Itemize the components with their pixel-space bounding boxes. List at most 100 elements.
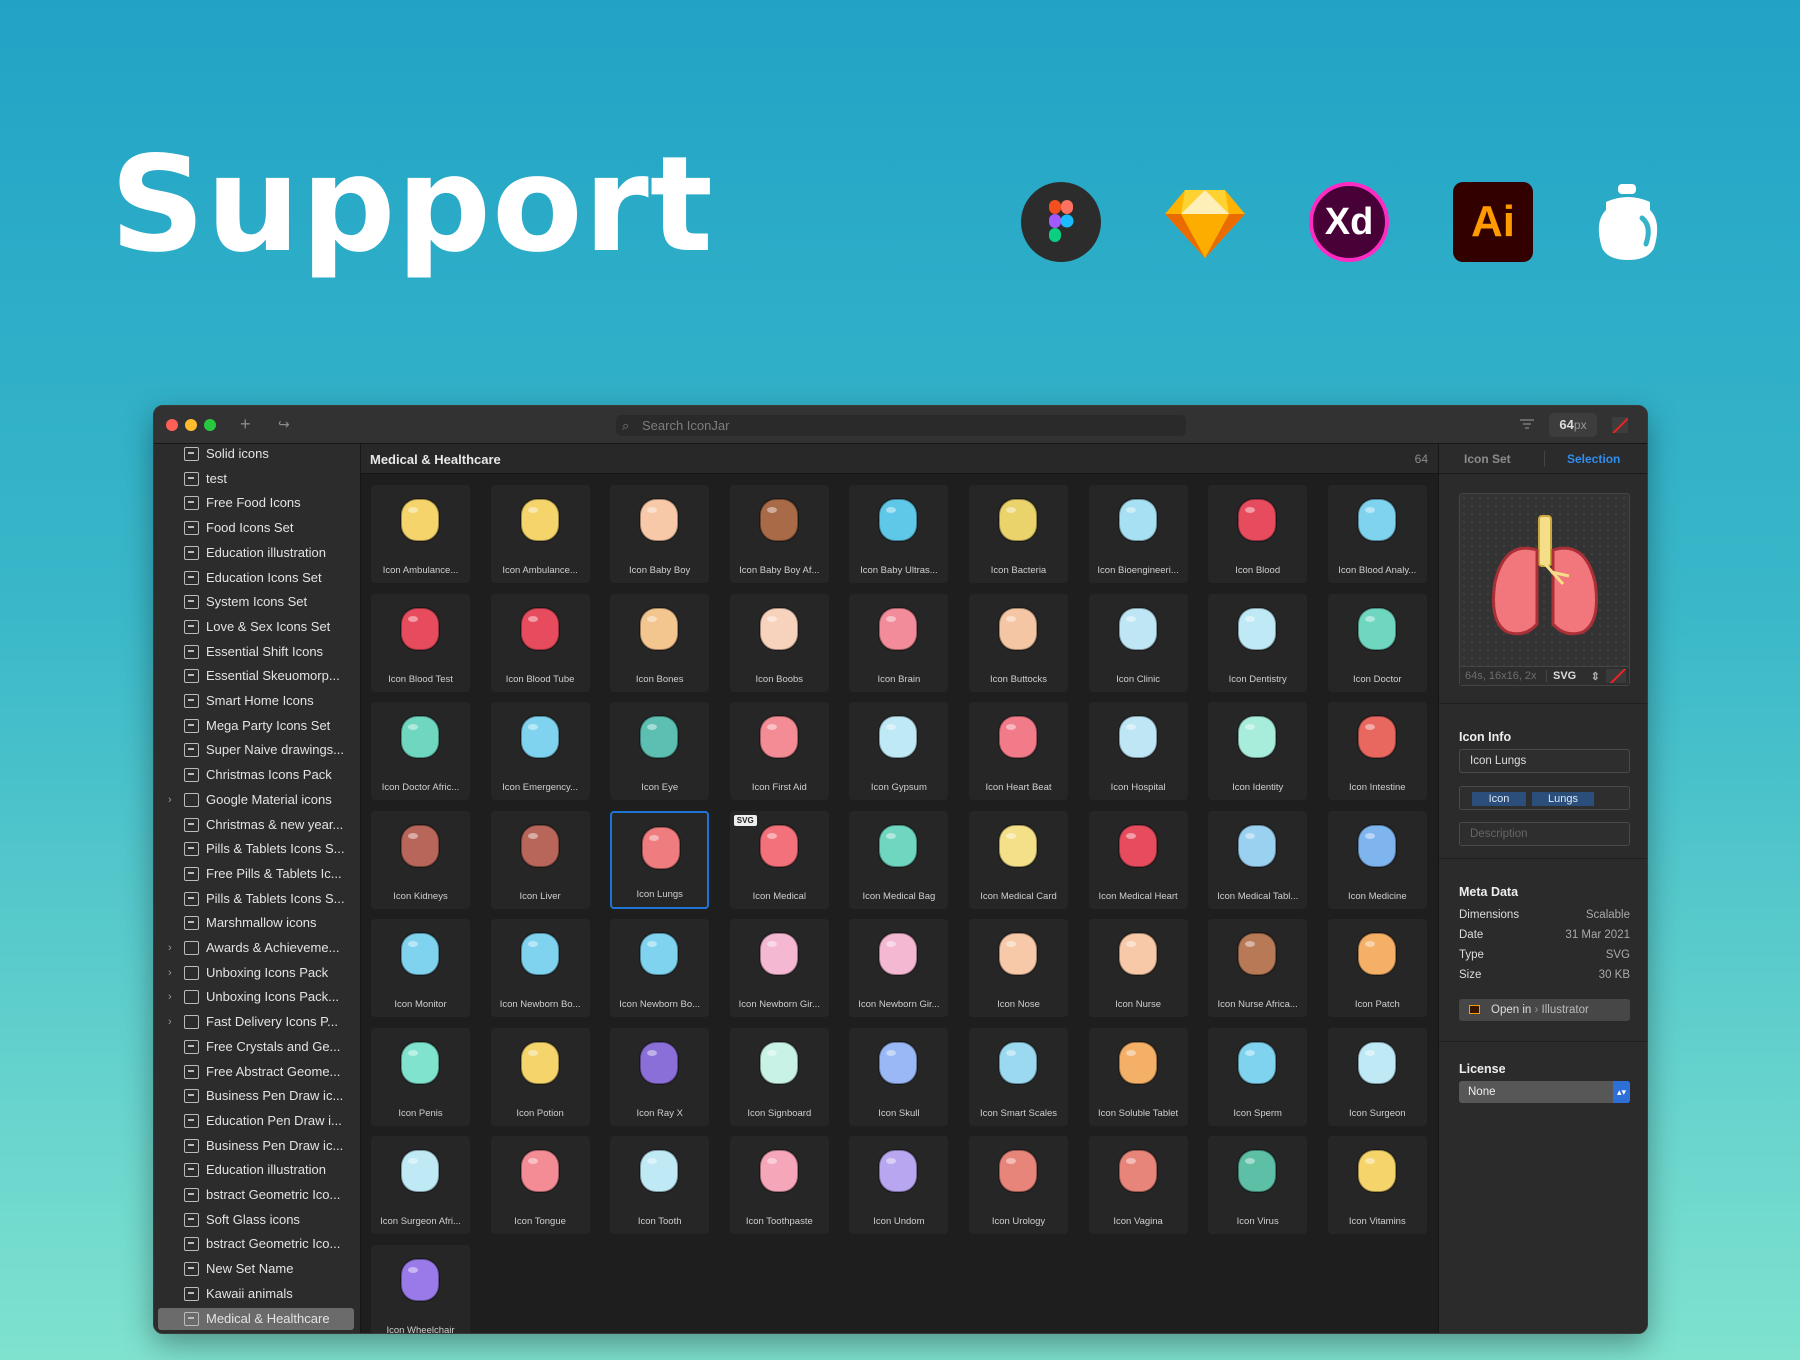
icon-tile[interactable]: Icon Ray X bbox=[610, 1027, 710, 1126]
size-selector[interactable]: 64px bbox=[1549, 413, 1597, 437]
sidebar-item[interactable]: Essential Shift Icons bbox=[158, 641, 354, 663]
icon-tile[interactable]: Icon Undom bbox=[849, 1136, 949, 1234]
description-field[interactable]: Description bbox=[1459, 822, 1630, 846]
icon-tile[interactable]: Icon Kidneys bbox=[371, 810, 470, 909]
tag[interactable]: Icon bbox=[1472, 792, 1526, 806]
icon-tile[interactable]: Icon Monitor bbox=[371, 919, 470, 1017]
icon-tile[interactable]: Icon Vitamins bbox=[1327, 1136, 1427, 1234]
sidebar-item[interactable]: › Unboxing Icons Pack bbox=[158, 962, 354, 984]
icon-tile[interactable]: Icon Nurse bbox=[1088, 919, 1188, 1017]
icon-tile[interactable]: Icon Liver bbox=[490, 810, 590, 909]
chevron-right-icon[interactable]: › bbox=[168, 962, 172, 984]
icon-tile[interactable]: Icon Blood Analy... bbox=[1327, 485, 1427, 583]
icon-tile[interactable]: Icon Baby Boy bbox=[610, 485, 710, 583]
icon-tile[interactable]: Icon Vagina bbox=[1088, 1136, 1188, 1234]
open-in-illustrator-button[interactable]: Open in › Illustrator bbox=[1459, 999, 1630, 1021]
icon-tile[interactable]: Icon Skull bbox=[849, 1027, 949, 1126]
icon-tile[interactable]: Icon Urology bbox=[969, 1136, 1068, 1234]
icon-tile[interactable]: Icon Medical Bag bbox=[849, 810, 949, 909]
icon-tile[interactable]: Icon Eye bbox=[610, 702, 710, 800]
icon-tile[interactable]: Icon Newborn Bo... bbox=[610, 919, 710, 1017]
icon-tile[interactable]: Icon Medical Tabl... bbox=[1208, 810, 1308, 909]
icon-tile[interactable]: Icon Emergency... bbox=[490, 702, 590, 800]
sidebar-item[interactable]: bstract Geometric Ico... bbox=[158, 1184, 354, 1206]
icon-tile[interactable]: Icon Wheelchair bbox=[371, 1244, 470, 1333]
icon-tile[interactable]: Icon Lungs bbox=[610, 810, 710, 909]
preview-color-swatch[interactable] bbox=[1606, 669, 1626, 683]
sidebar-item[interactable]: Business Pen Draw ic... bbox=[158, 1085, 354, 1107]
icon-name-field[interactable]: Icon Lungs bbox=[1459, 749, 1630, 773]
chevron-right-icon[interactable]: › bbox=[168, 937, 172, 959]
icon-tile[interactable]: Icon Newborn Bo... bbox=[490, 919, 590, 1017]
sidebar-item[interactable]: Free Crystals and Ge... bbox=[158, 1036, 354, 1058]
icon-tile[interactable]: Icon Brain bbox=[849, 593, 949, 692]
icon-tile[interactable]: Icon Soluble Tablet bbox=[1088, 1027, 1188, 1126]
tab-selection[interactable]: Selection bbox=[1567, 452, 1620, 466]
add-icon[interactable]: + bbox=[240, 414, 251, 435]
sidebar-item[interactable]: Food Icons Set bbox=[158, 517, 354, 539]
icon-tile[interactable]: Icon Tooth bbox=[610, 1136, 710, 1234]
sidebar-item[interactable]: Smart Home Icons bbox=[158, 690, 354, 712]
icon-tile[interactable]: Icon Signboard bbox=[729, 1027, 829, 1126]
tag[interactable]: Lungs bbox=[1532, 792, 1594, 806]
sidebar-item[interactable]: Free Abstract Geome... bbox=[158, 1061, 354, 1083]
sidebar-item[interactable]: Education illustration bbox=[158, 1159, 354, 1181]
sidebar-item[interactable]: Essential Skeuomorp... bbox=[158, 665, 354, 687]
icon-tile[interactable]: Icon Hospital bbox=[1088, 702, 1188, 800]
icon-tile[interactable]: Icon Boobs bbox=[729, 593, 829, 692]
chevron-right-icon[interactable]: › bbox=[168, 789, 172, 811]
sidebar-item[interactable]: New Set Name bbox=[158, 1258, 354, 1280]
sidebar-item[interactable]: Pills & Tablets Icons S... bbox=[158, 888, 354, 910]
chevron-right-icon[interactable]: › bbox=[168, 986, 172, 1008]
icon-tile[interactable]: Icon Medicine bbox=[1327, 810, 1427, 909]
icon-tile[interactable]: Icon Ambulance... bbox=[490, 485, 590, 583]
icon-tile[interactable]: Icon Newborn Gir... bbox=[849, 919, 949, 1017]
sidebar-item[interactable]: bstract Geometric Ico... bbox=[158, 1233, 354, 1255]
sidebar-item[interactable]: Mega Party Icons Set bbox=[158, 715, 354, 737]
icon-tile[interactable]: Icon Bacteria bbox=[969, 485, 1068, 583]
icon-tile[interactable]: Icon Blood Tube bbox=[490, 593, 590, 692]
icon-tile[interactable]: Icon Smart Scales bbox=[969, 1027, 1068, 1126]
icon-tile[interactable]: Icon Dentistry bbox=[1208, 593, 1308, 692]
sidebar-item[interactable]: Kawaii animals bbox=[158, 1283, 354, 1305]
icon-tile[interactable]: Icon Virus bbox=[1208, 1136, 1308, 1234]
sidebar-item[interactable]: › Fast Delivery Icons P... bbox=[158, 1011, 354, 1033]
color-swatch[interactable] bbox=[1612, 417, 1628, 433]
icon-tile[interactable]: Icon Bones bbox=[610, 593, 710, 692]
close-button[interactable] bbox=[166, 419, 178, 431]
icon-tile[interactable]: Icon Medical Card bbox=[969, 810, 1068, 909]
minimize-button[interactable] bbox=[185, 419, 197, 431]
search-input[interactable]: ⌕ Search IconJar bbox=[616, 415, 1186, 436]
sidebar-item[interactable]: Education illustration bbox=[158, 542, 354, 564]
sidebar-item[interactable]: › Google Material icons bbox=[158, 789, 354, 811]
icon-tile[interactable]: Icon Nose bbox=[969, 919, 1068, 1017]
icon-tile[interactable]: SVG Icon Medical bbox=[729, 810, 829, 909]
icon-tile[interactable]: Icon Newborn Gir... bbox=[729, 919, 829, 1017]
icon-tile[interactable]: Icon Intestine bbox=[1327, 702, 1427, 800]
sidebar-item[interactable]: Marshmallow icons bbox=[158, 912, 354, 934]
sidebar-item[interactable]: Free Food Icons bbox=[158, 492, 354, 514]
sidebar-item[interactable]: test bbox=[158, 468, 354, 490]
sidebar-item[interactable]: Christmas & new year... bbox=[158, 814, 354, 836]
sidebar-item[interactable]: Love & Sex Icons Set bbox=[158, 616, 354, 638]
sidebar-item[interactable]: System Icons Set bbox=[158, 591, 354, 613]
sidebar-item[interactable]: Education Icons Set bbox=[158, 567, 354, 589]
sidebar-item[interactable]: Super Naive drawings... bbox=[158, 739, 354, 761]
icon-tile[interactable]: Icon Buttocks bbox=[969, 593, 1068, 692]
sidebar-item[interactable]: Medical & Healthcare bbox=[158, 1307, 354, 1330]
sidebar-item[interactable]: Soft Glass icons bbox=[158, 1209, 354, 1231]
icon-tile[interactable]: Icon Doctor bbox=[1327, 593, 1427, 692]
icon-tile[interactable]: Icon Bioengineeri... bbox=[1088, 485, 1188, 583]
sidebar-item[interactable]: Education Pen Draw i... bbox=[158, 1110, 354, 1132]
zoom-button[interactable] bbox=[204, 419, 216, 431]
icon-tile[interactable]: Icon Blood Test bbox=[371, 593, 470, 692]
icon-tile[interactable]: Icon Surgeon Afri... bbox=[371, 1136, 470, 1234]
icon-tile[interactable]: Icon Medical Heart bbox=[1088, 810, 1188, 909]
icon-tile[interactable]: Icon Doctor Afric... bbox=[371, 702, 470, 800]
license-select[interactable]: None ▴▾ bbox=[1459, 1081, 1630, 1103]
icon-tile[interactable]: Icon Nurse Africa... bbox=[1208, 919, 1308, 1017]
sidebar-item[interactable]: Business Pen Draw ic... bbox=[158, 1135, 354, 1157]
icon-tile[interactable]: Icon Toothpaste bbox=[729, 1136, 829, 1234]
icon-tile[interactable]: Icon Ambulance... bbox=[371, 485, 470, 583]
icon-tile[interactable]: Icon Surgeon bbox=[1327, 1027, 1427, 1126]
